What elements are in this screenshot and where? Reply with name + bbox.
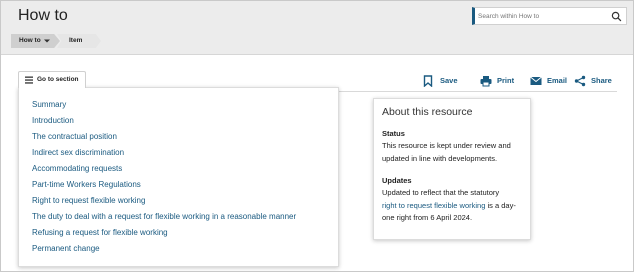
envelope-icon [530,76,542,85]
section-link[interactable]: Accommodating requests [32,164,296,180]
caret-down-icon[interactable] [44,38,50,44]
page-title: How to [18,7,68,24]
updates-heading: Updates [382,176,412,185]
hamburger-icon [25,76,33,84]
updates-text-start: Updated to reflect that the statutory [382,188,500,197]
go-to-section-label: Go to section [37,76,79,83]
header: How to How to Item [1,1,633,55]
section-dropdown: Summary Introduction The contractual pos… [18,87,339,267]
section-link[interactable]: The contractual position [32,132,296,148]
section-list: Summary Introduction The contractual pos… [32,100,296,260]
email-label: Email [547,76,568,85]
about-title: About this resource [382,106,473,118]
section-link[interactable]: Indirect sex discrimination [32,148,296,164]
section-link[interactable]: Permanent change [32,244,296,260]
flexible-working-link[interactable]: right to request flexible working [382,201,485,210]
status-heading: Status [382,129,405,138]
about-resource-card: About this resource Status This resource… [373,98,531,240]
section-link[interactable]: Right to request flexible working [32,196,296,212]
breadcrumb-label: How to [19,37,41,44]
breadcrumb-label: Item [69,37,83,44]
share-label: Share [591,76,612,85]
section-link[interactable]: The duty to deal with a request for flex… [32,212,296,228]
section-link[interactable]: Part-time Workers Regulations [32,180,296,196]
section-link[interactable]: Summary [32,100,296,116]
section-link[interactable]: Refusing a request for flexible working [32,228,296,244]
status-text: This resource is kept under review and u… [382,141,511,163]
page-frame: How to How to Item Go to [0,0,634,272]
go-to-section-tab[interactable]: Go to section [18,71,86,88]
updates-text: Updated to reflect that the statutory rig… [382,187,528,225]
printer-icon [480,76,492,87]
print-label: Print [497,76,515,85]
section-link[interactable]: Introduction [32,116,296,132]
share-icon [574,75,586,87]
divider [339,91,617,92]
search-input[interactable] [478,10,608,22]
save-label: Save [440,76,458,85]
breadcrumb-item-current: Item [57,34,101,48]
bookmark-icon [423,75,433,87]
search-box[interactable] [472,7,627,25]
search-icon[interactable] [611,11,622,22]
breadcrumb-item-how-to[interactable]: How to [11,34,60,48]
